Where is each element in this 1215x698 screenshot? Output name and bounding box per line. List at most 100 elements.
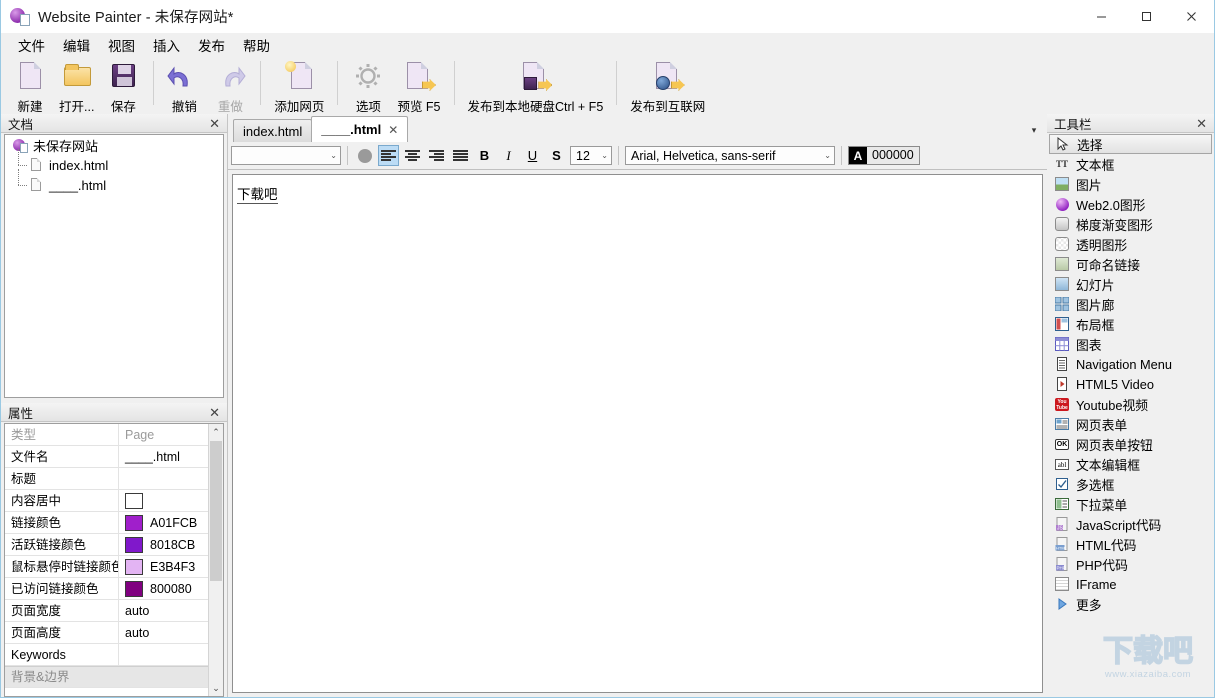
- tree-node-untitled[interactable]: ____.html: [5, 169, 223, 195]
- documents-panel-close-icon[interactable]: ✕: [206, 117, 223, 130]
- app-icon: [10, 6, 30, 26]
- toolbox-item-gallery[interactable]: 图片廊: [1049, 294, 1212, 314]
- close-button[interactable]: [1169, 0, 1214, 33]
- toolbox-item-php-code[interactable]: PHP PHP代码: [1049, 554, 1212, 574]
- ellipse-shape-icon[interactable]: [354, 145, 375, 166]
- toolbox-item-youtube-video[interactable]: You Tube Youtube视频: [1049, 394, 1212, 414]
- toolbox-item-html-code[interactable]: HTML HTML代码: [1049, 534, 1212, 554]
- menu-item-edit[interactable]: 编辑: [54, 33, 99, 57]
- options-button[interactable]: 选项: [345, 57, 391, 115]
- page-canvas[interactable]: 下载吧: [232, 174, 1043, 693]
- toolbox-item-iframe[interactable]: IFrame: [1049, 574, 1212, 594]
- toolbox-item-textbox[interactable]: TT 文本框: [1049, 154, 1212, 174]
- italic-button[interactable]: I: [498, 145, 519, 166]
- minimize-button[interactable]: [1079, 0, 1124, 33]
- font-family-select[interactable]: Arial, Helvetica, sans-serif ⌄: [625, 146, 835, 165]
- properties-table: 类型 Page 文件名 ____.html 标题 内容居中 链接颜色 A01FC…: [4, 423, 224, 697]
- toolbox-item-layout-box[interactable]: 布局框: [1049, 314, 1212, 334]
- toolbox-item-select[interactable]: 选择: [1049, 134, 1212, 154]
- canvas-text-element[interactable]: 下载吧: [233, 175, 1042, 204]
- property-section-header[interactable]: 背景&边界: [5, 666, 223, 688]
- align-left-button[interactable]: [378, 145, 399, 166]
- tree-node-site[interactable]: 未保存网站: [5, 135, 223, 155]
- maximize-button[interactable]: [1124, 0, 1169, 33]
- web20-shape-icon: [1054, 196, 1070, 212]
- property-row[interactable]: 活跃链接颜色 8018CB: [5, 533, 223, 556]
- redo-button[interactable]: 重做: [207, 57, 253, 115]
- menu-item-view[interactable]: 视图: [99, 33, 144, 57]
- color-swatch[interactable]: [125, 558, 143, 575]
- tab-index-html[interactable]: index.html: [233, 119, 313, 142]
- scroll-up-icon[interactable]: ⌃: [209, 424, 223, 440]
- property-label: 标题: [5, 467, 119, 490]
- color-hex: A01FCB: [150, 515, 198, 530]
- toolbox-item-navigation-menu[interactable]: Navigation Menu: [1049, 354, 1212, 374]
- color-swatch[interactable]: [125, 514, 143, 531]
- align-center-button[interactable]: [402, 145, 423, 166]
- toolbox-item-dropdown-menu[interactable]: 下拉菜单: [1049, 494, 1212, 514]
- toolbox-item-gradient-shape[interactable]: 梯度渐变图形: [1049, 214, 1212, 234]
- toolbox-panel-close-icon[interactable]: ✕: [1193, 117, 1210, 130]
- bold-button[interactable]: B: [474, 145, 495, 166]
- font-color-picker[interactable]: A 000000: [848, 146, 920, 165]
- toolbox-item-table[interactable]: 图表: [1049, 334, 1212, 354]
- main-toolbar: 新建 打开... 保存 撤销 重做 添加网页 选项 预览 F5 发布到本地硬盘C…: [1, 57, 1214, 119]
- property-row[interactable]: 鼠标悬停时链接颜色 E3B4F3: [5, 555, 223, 578]
- undo-button[interactable]: 撤销: [161, 57, 207, 115]
- new-button[interactable]: 新建: [7, 57, 53, 115]
- open-button[interactable]: 打开...: [53, 57, 100, 115]
- toolbox-item-transparent-shape[interactable]: 透明图形: [1049, 234, 1212, 254]
- menu-item-file[interactable]: 文件: [9, 33, 54, 57]
- property-row[interactable]: 页面高度 auto: [5, 621, 223, 644]
- save-button[interactable]: 保存: [100, 57, 146, 115]
- menu-item-insert[interactable]: 插入: [144, 33, 189, 57]
- toolbox-item-form-button[interactable]: OK 网页表单按钮: [1049, 434, 1212, 454]
- properties-column-header: 类型 Page: [5, 424, 223, 446]
- property-row[interactable]: Keywords: [5, 643, 223, 666]
- content-center-checkbox[interactable]: [125, 492, 143, 509]
- preview-button[interactable]: 预览 F5: [391, 57, 446, 115]
- toolbox-item-named-anchor[interactable]: 可命名链接: [1049, 254, 1212, 274]
- publish-local-button[interactable]: 发布到本地硬盘Ctrl + F5: [462, 57, 610, 115]
- property-row[interactable]: 标题: [5, 467, 223, 490]
- toolbox-item-text-edit-field[interactable]: abl 文本编辑框: [1049, 454, 1212, 474]
- tree-node-label: index.html: [49, 157, 109, 173]
- scrollbar-thumb[interactable]: [210, 441, 222, 581]
- paragraph-style-select[interactable]: ⌄: [231, 146, 341, 165]
- properties-scrollbar[interactable]: ⌃ ⌄: [208, 424, 223, 696]
- underline-button[interactable]: U: [522, 145, 543, 166]
- toolbox-item-javascript-code[interactable]: JS JavaScript代码: [1049, 514, 1212, 534]
- toolbox-item-web-form[interactable]: 网页表单: [1049, 414, 1212, 434]
- font-size-select[interactable]: 12 ⌄: [570, 146, 612, 165]
- property-row[interactable]: 已访问链接颜色 800080: [5, 577, 223, 600]
- toolbox-item-label: 文本框: [1076, 157, 1115, 173]
- menu-item-publish[interactable]: 发布: [189, 33, 234, 57]
- toolbox-item-web20-shape[interactable]: Web2.0图形: [1049, 194, 1212, 214]
- property-row[interactable]: 内容居中: [5, 489, 223, 512]
- publish-web-button[interactable]: 发布到互联网: [624, 57, 711, 115]
- color-swatch[interactable]: [125, 536, 143, 553]
- scroll-down-icon[interactable]: ⌄: [209, 680, 223, 696]
- toolbox-item-slideshow[interactable]: 幻灯片: [1049, 274, 1212, 294]
- align-justify-button[interactable]: [450, 145, 471, 166]
- document-tree[interactable]: 未保存网站 index.html ____.html: [4, 134, 224, 398]
- properties-panel-close-icon[interactable]: ✕: [206, 406, 223, 419]
- tab-untitled-html[interactable]: ____.html ✕: [311, 116, 409, 142]
- property-label: 内容居中: [5, 489, 119, 512]
- align-right-button[interactable]: [426, 145, 447, 166]
- toolbox-item-checkbox[interactable]: 多选框: [1049, 474, 1212, 494]
- tree-node-index[interactable]: index.html: [5, 149, 223, 175]
- toolbox-item-html5-video[interactable]: HTML5 Video: [1049, 374, 1212, 394]
- toolbox-item-more[interactable]: 更多: [1049, 594, 1212, 614]
- color-swatch[interactable]: [125, 580, 143, 597]
- menu-item-help[interactable]: 帮助: [234, 33, 279, 57]
- tab-overflow-chevron-down-icon[interactable]: ▾: [1021, 118, 1047, 142]
- strike-button[interactable]: S: [546, 145, 567, 166]
- add-page-button[interactable]: 添加网页: [268, 57, 330, 115]
- toolbox-item-label: 幻灯片: [1076, 277, 1115, 293]
- property-row[interactable]: 链接颜色 A01FCB: [5, 511, 223, 534]
- property-row[interactable]: 页面宽度 auto: [5, 599, 223, 622]
- toolbox-item-image[interactable]: 图片: [1049, 174, 1212, 194]
- property-row[interactable]: 文件名 ____.html: [5, 445, 223, 468]
- tab-close-icon[interactable]: ✕: [388, 123, 398, 137]
